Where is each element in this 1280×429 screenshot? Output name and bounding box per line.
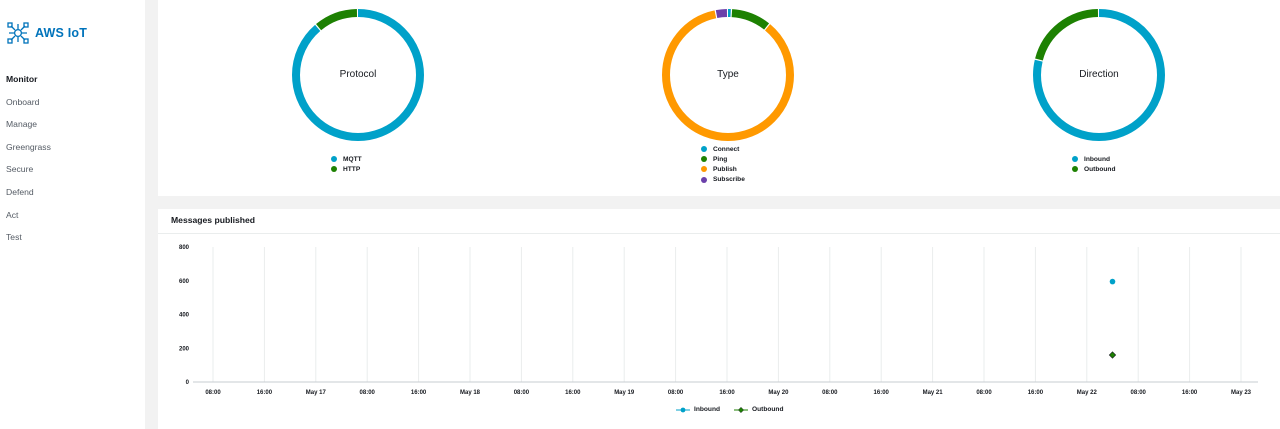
legend-item-publish[interactable]: Publish bbox=[701, 164, 745, 174]
x-tick-label: May 20 bbox=[768, 390, 789, 396]
legend-item-outbound[interactable]: Outbound bbox=[1072, 164, 1116, 174]
x-tick-label: 16:00 bbox=[411, 390, 427, 396]
legend-item-subscribe[interactable]: Subscribe bbox=[701, 175, 745, 185]
x-tick-label: May 21 bbox=[923, 390, 944, 396]
x-tick-label: May 17 bbox=[306, 390, 327, 396]
legend-dot-subscribe bbox=[701, 176, 707, 183]
sidebar-item-onboard[interactable]: Onboard bbox=[6, 95, 51, 118]
legend-item-mqtt[interactable]: MQTT bbox=[331, 154, 362, 164]
x-tick-label: 16:00 bbox=[719, 390, 735, 396]
x-tick-label: 08:00 bbox=[514, 390, 530, 396]
type-donut-card: Type Connect Ping Publish Subscribe bbox=[658, 0, 918, 196]
type-donut-label: Type bbox=[717, 69, 739, 80]
brand[interactable]: AWS IoT bbox=[7, 22, 87, 44]
sidebar-item-act[interactable]: Act bbox=[6, 208, 51, 231]
chart-legend: Inbound Outbound bbox=[676, 406, 798, 413]
direction-donut-label: Direction bbox=[1079, 69, 1119, 80]
x-tick-label: May 18 bbox=[460, 390, 481, 396]
x-tick-label: 16:00 bbox=[257, 390, 273, 396]
x-tick-label: May 23 bbox=[1231, 390, 1252, 396]
sidebar: AWS IoT Monitor Onboard Manage Greengras… bbox=[0, 0, 145, 429]
x-tick-label: 08:00 bbox=[205, 390, 221, 396]
inbound-series-marker-icon bbox=[676, 407, 690, 412]
legend-dot-inbound bbox=[1072, 156, 1078, 163]
legend-dot-ping bbox=[701, 156, 707, 163]
legend-item-connect[interactable]: Connect bbox=[701, 144, 745, 154]
sidebar-item-monitor[interactable]: Monitor bbox=[6, 72, 51, 95]
legend-item-inbound[interactable]: Inbound bbox=[1072, 154, 1116, 164]
aws-iot-icon bbox=[7, 22, 29, 44]
sidebar-item-greengrass[interactable]: Greengrass bbox=[6, 140, 51, 163]
direction-donut-card: Direction Inbound Outbound bbox=[1029, 0, 1280, 196]
outbound-series-marker-icon bbox=[734, 406, 748, 413]
y-tick-label: 200 bbox=[179, 346, 190, 352]
sidebar-item-secure[interactable]: Secure bbox=[6, 162, 51, 185]
y-tick-label: 0 bbox=[186, 380, 190, 386]
x-tick-label: 08:00 bbox=[822, 390, 838, 396]
sidebar-nav: Monitor Onboard Manage Greengrass Secure… bbox=[6, 72, 51, 253]
protocol-donut-label: Protocol bbox=[339, 69, 377, 80]
legend-dot-mqtt bbox=[331, 156, 337, 163]
x-tick-label: 16:00 bbox=[874, 390, 890, 396]
y-tick-label: 600 bbox=[179, 279, 190, 285]
x-tick-label: 08:00 bbox=[976, 390, 992, 396]
x-tick-label: 16:00 bbox=[1182, 390, 1198, 396]
type-legend: Connect Ping Publish Subscribe bbox=[701, 144, 745, 185]
x-tick-label: May 22 bbox=[1077, 390, 1098, 396]
legend-dot-outbound bbox=[1072, 166, 1078, 173]
messages-published-chart: 0 200 400 600 800 08:00 16:00 May 17 08:00 16:00 M… bbox=[179, 245, 1258, 396]
legend-dot-http bbox=[331, 166, 337, 173]
sidebar-item-manage[interactable]: Manage bbox=[6, 117, 51, 140]
y-tick-label: 800 bbox=[179, 245, 190, 251]
x-tick-label: 16:00 bbox=[1028, 390, 1044, 396]
x-tick-label: 08:00 bbox=[668, 390, 684, 396]
protocol-donut-card: Protocol MQTT HTTP bbox=[288, 0, 548, 196]
protocol-legend: MQTT HTTP bbox=[331, 154, 362, 174]
legend-item-outbound-series[interactable]: Outbound bbox=[734, 406, 784, 413]
donut-charts-panel: Protocol MQTT HTTP Type Connect Ping Pub… bbox=[158, 0, 1280, 196]
x-tick-label: 08:00 bbox=[360, 390, 376, 396]
legend-item-http[interactable]: HTTP bbox=[331, 164, 362, 174]
data-point-outbound[interactable] bbox=[1108, 351, 1117, 359]
x-tick-label: 16:00 bbox=[565, 390, 581, 396]
y-tick-label: 400 bbox=[179, 313, 190, 319]
legend-item-inbound-series[interactable]: Inbound bbox=[676, 406, 720, 413]
data-point-inbound[interactable] bbox=[1109, 278, 1116, 285]
sidebar-item-test[interactable]: Test bbox=[6, 230, 51, 253]
messages-published-panel: Messages published 0 200 400 600 800 08:00 16:… bbox=[158, 209, 1280, 429]
legend-dot-connect bbox=[701, 146, 707, 153]
x-tick-label: May 19 bbox=[614, 390, 635, 396]
direction-legend: Inbound Outbound bbox=[1072, 154, 1116, 174]
panel-title: Messages published bbox=[171, 215, 256, 225]
x-tick-label: 08:00 bbox=[1131, 390, 1147, 396]
sidebar-item-defend[interactable]: Defend bbox=[6, 185, 51, 208]
app-title: AWS IoT bbox=[35, 26, 88, 40]
legend-dot-publish bbox=[701, 166, 707, 173]
legend-item-ping[interactable]: Ping bbox=[701, 154, 745, 164]
